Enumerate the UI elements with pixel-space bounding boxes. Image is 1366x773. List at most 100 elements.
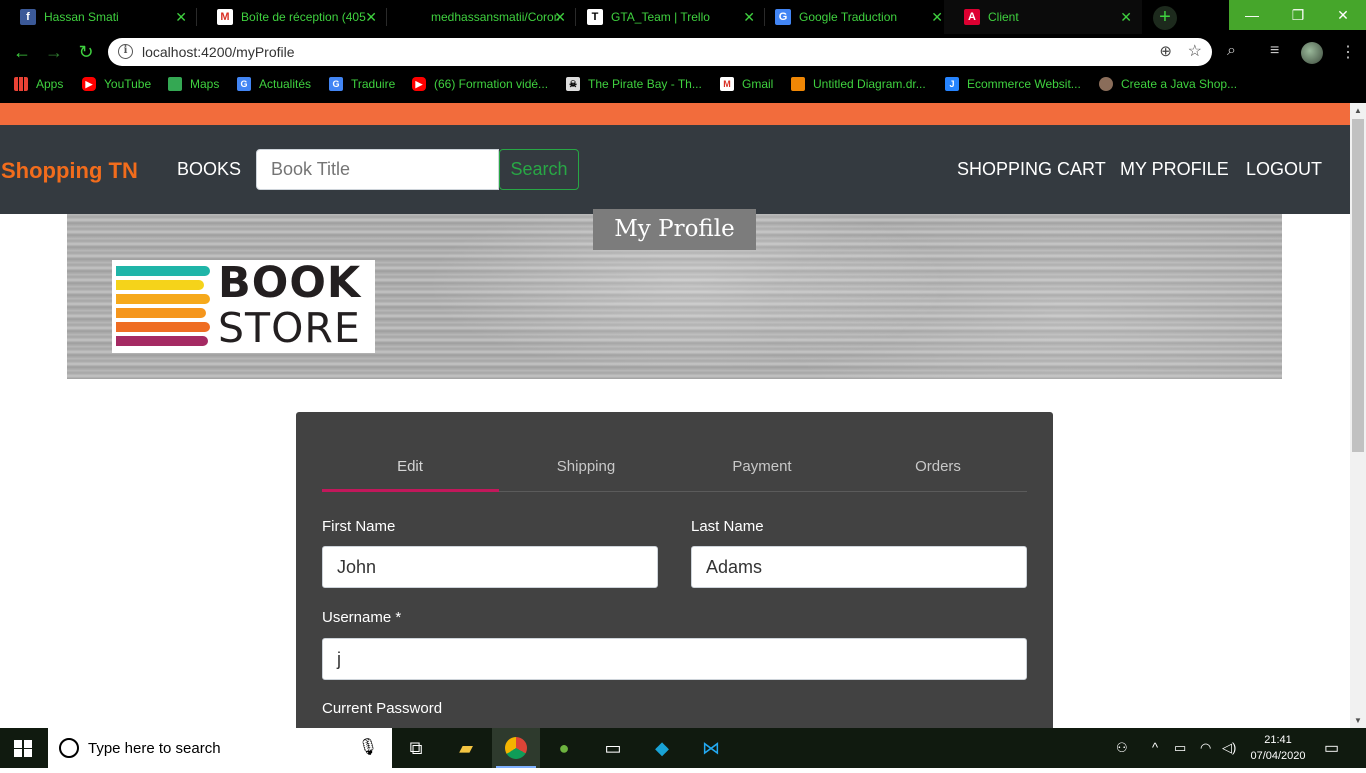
bookmark-actualites[interactable]: G Actualités <box>237 77 311 91</box>
google-translate-icon: G <box>329 77 343 91</box>
page-scrollbar[interactable]: ▲ ▼ <box>1350 103 1366 728</box>
tab-edit[interactable]: Edit <box>322 458 498 475</box>
windows-start-icon[interactable] <box>14 740 32 757</box>
vscode-icon[interactable]: ⋈ <box>687 728 735 768</box>
terminal-icon[interactable]: ▭ <box>589 728 637 768</box>
browser-tab-google-translate[interactable]: G Google Traduction ✕ <box>755 0 953 34</box>
minimize-button[interactable]: — <box>1229 0 1275 30</box>
search-icon[interactable]: ⌕ <box>1227 42 1236 60</box>
windows-taskbar: Type here to search 🎙 ⧉ ▰ ● ▭ ◆ ⋈ ⚇ ^ ▭ … <box>0 728 1366 768</box>
browser-tab-gmail[interactable]: M Boîte de réception (405 ✕ <box>197 0 387 34</box>
people-icon[interactable]: ⚇ <box>1116 740 1128 756</box>
chrome-taskbar-icon[interactable] <box>492 728 540 768</box>
gmail-icon: M <box>720 77 734 91</box>
app-icon[interactable]: ◆ <box>638 728 686 768</box>
address-bar[interactable]: i localhost:4200/myProfile ⊕ ☆ <box>108 38 1212 66</box>
task-view-icon[interactable]: ⧉ <box>392 728 440 768</box>
tab-orders[interactable]: Orders <box>850 458 1026 475</box>
browser-tab-strip: f Hassan Smati ✕ M Boîte de réception (4… <box>0 0 1366 34</box>
restore-button[interactable]: ❐ <box>1275 0 1321 30</box>
spring-tool-suite-icon[interactable]: ● <box>540 728 588 768</box>
book-title-search-input[interactable] <box>256 149 499 190</box>
taskbar-search-box[interactable]: Type here to search 🎙 <box>48 728 392 768</box>
brand-logo-text[interactable]: Shopping TN <box>1 158 138 184</box>
bookmark-label: (66) Formation vidé... <box>434 77 549 91</box>
show-hidden-icons-chevron[interactable]: ^ <box>1152 740 1158 755</box>
scroll-down-arrow-icon[interactable]: ▼ <box>1350 716 1366 725</box>
bookmark-label: Untitled Diagram.dr... <box>813 77 926 91</box>
logo-stripe <box>116 280 204 290</box>
tab-shipping[interactable]: Shipping <box>498 458 674 475</box>
bookmark-star-icon[interactable]: ☆ <box>1188 41 1202 61</box>
logo-stripe <box>116 308 206 318</box>
site-navbar: Shopping TN BOOKS Search SHOPPING CART M… <box>0 125 1350 214</box>
close-tab-icon[interactable]: ✕ <box>175 9 187 26</box>
nav-logout-link[interactable]: LOGOUT <box>1246 159 1322 180</box>
volume-icon[interactable]: ◁) <box>1222 740 1236 756</box>
browser-tab-trello[interactable]: T GTA_Team | Trello ✕ <box>567 0 765 34</box>
close-tab-icon[interactable]: ✕ <box>743 9 755 26</box>
forward-arrow-icon[interactable]: → <box>42 40 66 64</box>
menu-icon[interactable]: ⋮ <box>1340 42 1356 62</box>
bookmark-apps[interactable]: Apps <box>14 77 63 91</box>
profile-avatar[interactable] <box>1301 42 1323 64</box>
bookmark-formation[interactable]: ▶ (66) Formation vidé... <box>412 77 548 91</box>
bookmark-maps[interactable]: Maps <box>168 77 219 91</box>
bookmark-youtube[interactable]: ▶ YouTube <box>82 77 151 91</box>
gmail-icon: M <box>217 9 233 25</box>
username-input[interactable]: j <box>322 638 1027 680</box>
zoom-icon[interactable]: ⊕ <box>1159 42 1172 60</box>
system-clock[interactable]: 21:41 07/04/2020 <box>1248 732 1308 764</box>
close-tab-icon[interactable]: ✕ <box>1120 9 1132 26</box>
bookmark-java-shop[interactable]: Create a Java Shop... <box>1099 77 1237 91</box>
bookstore-logo: BOOK STORE <box>112 258 375 353</box>
scrollbar-thumb[interactable] <box>1352 119 1364 452</box>
file-explorer-icon[interactable]: ▰ <box>442 728 490 768</box>
bookmark-gmail[interactable]: M Gmail <box>720 77 773 91</box>
site-info-icon[interactable]: i <box>118 44 133 59</box>
browser-tab-github[interactable]: medhassansmatii/Coron ✕ <box>387 0 576 34</box>
bookmark-pirate-bay[interactable]: ☠ The Pirate Bay - Th... <box>566 77 702 91</box>
battery-icon[interactable]: ▭ <box>1174 740 1186 756</box>
back-arrow-icon[interactable]: ← <box>10 40 34 64</box>
bookmark-traduire[interactable]: G Traduire <box>329 77 395 91</box>
nav-my-profile-link[interactable]: MY PROFILE <box>1120 159 1229 180</box>
bookmark-ecommerce[interactable]: J Ecommerce Websit... <box>945 77 1081 91</box>
nav-shopping-cart-link[interactable]: SHOPPING CART <box>957 159 1106 180</box>
search-button[interactable]: Search <box>499 149 579 190</box>
bookmark-label: Gmail <box>742 77 774 91</box>
close-tab-icon[interactable]: ✕ <box>365 9 377 26</box>
media-control-icon[interactable]: ≡ <box>1270 42 1279 60</box>
reload-icon[interactable]: ↻ <box>74 40 98 64</box>
angular-icon: A <box>964 9 980 25</box>
page-title: My Profile <box>593 209 756 250</box>
close-tab-icon[interactable]: ✕ <box>931 9 943 26</box>
facebook-icon: f <box>20 9 36 25</box>
browser-tab-facebook[interactable]: f Hassan Smati ✕ <box>0 0 197 34</box>
close-window-button[interactable]: ✕ <box>1320 0 1366 30</box>
close-tab-icon[interactable]: ✕ <box>554 9 566 26</box>
microphone-icon[interactable]: 🎙 <box>358 737 378 757</box>
jira-icon: J <box>945 77 959 91</box>
logo-stripe <box>116 294 210 304</box>
trello-icon: T <box>587 9 603 25</box>
youtube-icon: ▶ <box>412 77 426 91</box>
last-name-input[interactable]: Adams <box>691 546 1027 588</box>
new-tab-button[interactable]: + <box>1153 6 1177 30</box>
browser-tab-client-active[interactable]: A Client ✕ <box>944 0 1142 34</box>
url-text: localhost:4200/myProfile <box>142 44 295 60</box>
maps-icon <box>168 77 182 91</box>
wifi-icon[interactable]: ◠ <box>1200 740 1211 756</box>
scroll-up-arrow-icon[interactable]: ▲ <box>1350 106 1366 115</box>
tab-payment[interactable]: Payment <box>674 458 850 475</box>
notifications-icon[interactable]: ▭ <box>1324 738 1339 758</box>
tab-title: Google Traduction <box>799 10 898 24</box>
last-name-label: Last Name <box>691 518 764 535</box>
apps-grid-icon <box>14 77 28 91</box>
logo-stripe <box>116 322 210 332</box>
cortana-icon <box>59 738 79 758</box>
nav-books-link[interactable]: BOOKS <box>177 159 241 180</box>
clock-date: 07/04/2020 <box>1250 750 1306 762</box>
first-name-input[interactable]: John <box>322 546 658 588</box>
bookmark-untitled-diagram[interactable]: Untitled Diagram.dr... <box>791 77 926 91</box>
